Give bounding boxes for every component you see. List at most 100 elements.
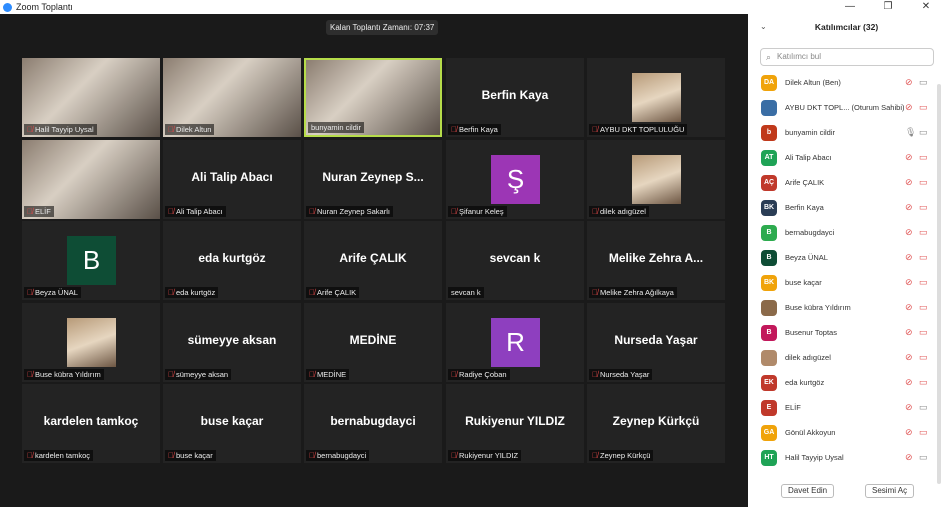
video-tile[interactable]: 🎙̸ Halil Tayyip Uysal <box>22 58 160 137</box>
video-off-icon[interactable]: ▭ <box>919 227 928 238</box>
tile-name: Arife ÇALIK <box>317 288 357 297</box>
mic-muted-icon: 🎙̸ <box>592 207 598 216</box>
participant-item[interactable]: BK buse kaçar ⊘ ▭ <box>748 270 938 295</box>
video-tile[interactable]: Rukiyenur YILDIZ 🎙̸ Rukiyenur YILDIZ <box>446 384 584 463</box>
video-off-icon[interactable]: ▭ <box>919 427 928 438</box>
participant-item[interactable]: AYBU DKT TOPL... (Oturum Sahibi) ⊘ ▭ <box>748 95 938 120</box>
participant-item[interactable]: EK eda kurtgöz ⊘ ▭ <box>748 370 938 395</box>
video-icon[interactable]: ▭ <box>919 127 928 138</box>
tile-name: sevcan k <box>451 288 481 297</box>
mic-muted-icon: 🎙̸ <box>309 207 315 216</box>
participant-search-input[interactable]: ⌕ Katılımcı bul <box>760 48 934 66</box>
mic-muted-icon[interactable]: ⊘ <box>905 302 913 313</box>
tile-name: bernabugdayci <box>317 451 367 460</box>
video-tile[interactable]: R 🎙̸ Radiye Çoban <box>446 303 584 382</box>
participant-name-display: eda kurtgöz <box>198 251 266 265</box>
mic-muted-icon[interactable]: ⊘ <box>905 202 913 213</box>
video-tile[interactable]: Nuran Zeynep S... 🎙̸ Nuran Zeynep Sakarlı <box>304 140 442 219</box>
mic-icon[interactable]: 🎙 <box>905 127 916 138</box>
participant-item[interactable]: DA Dilek Altun (Ben) ⊘ ▭ <box>748 70 938 95</box>
close-button[interactable]: ✕ <box>907 0 945 14</box>
video-off-icon[interactable]: ▭ <box>919 102 928 113</box>
participant-item[interactable]: B bernabugdayci ⊘ ▭ <box>748 220 938 245</box>
invite-button[interactable]: Davet Edin <box>781 484 835 498</box>
mic-muted-icon: 🎙̸ <box>168 207 174 216</box>
minimize-button[interactable]: — <box>831 0 869 14</box>
participant-item[interactable]: AÇ Arife ÇALIK ⊘ ▭ <box>748 170 938 195</box>
video-off-icon[interactable]: ▭ <box>919 302 928 313</box>
participant-item[interactable]: E ELİF ⊘ ▭ <box>748 395 938 420</box>
video-tile[interactable]: Zeynep Kürkçü 🎙̸ Zeynep Kürkçü <box>587 384 725 463</box>
window-title: Zoom Toplantı <box>16 2 73 12</box>
video-tile[interactable]: Melike Zehra A... 🎙̸ Melike Zehra Ağılkaya <box>587 221 725 300</box>
video-tile[interactable]: Berfin Kaya 🎙̸ Berfin Kaya <box>446 58 584 137</box>
participant-item[interactable]: AT Ali Talip Abacı ⊘ ▭ <box>748 145 938 170</box>
mic-muted-icon[interactable]: ⊘ <box>905 252 913 263</box>
mic-muted-icon[interactable]: ⊘ <box>905 102 913 113</box>
tile-name: Melike Zehra Ağılkaya <box>600 288 674 297</box>
video-off-icon[interactable]: ▭ <box>919 327 928 338</box>
video-off-icon[interactable]: ▭ <box>919 377 928 388</box>
video-off-icon[interactable]: ▭ <box>919 152 928 163</box>
mic-muted-icon[interactable]: ⊘ <box>905 227 913 238</box>
mic-muted-icon[interactable]: ⊘ <box>905 377 913 388</box>
video-tile[interactable]: bunyamin cildir <box>304 58 442 137</box>
video-tile[interactable]: Ş 🎙̸ Şifanur Keleş <box>446 140 584 219</box>
participant-item[interactable]: BK Berfin Kaya ⊘ ▭ <box>748 195 938 220</box>
participant-item[interactable]: B Busenur Toptas ⊘ ▭ <box>748 320 938 345</box>
video-icon[interactable]: ▭ <box>919 77 928 88</box>
mic-muted-icon: 🎙̸ <box>592 370 598 379</box>
participant-item[interactable]: Buse kübra Yıldırım ⊘ ▭ <box>748 295 938 320</box>
unmute-button[interactable]: Sesimi Aç <box>865 484 915 498</box>
participants-panel: ⌄ Katılımcılar (32) ⌕ Katılımcı bul DA D… <box>748 14 945 507</box>
video-off-icon[interactable]: ▭ <box>919 277 928 288</box>
mic-muted-icon[interactable]: ⊘ <box>905 452 913 463</box>
video-off-icon[interactable]: ▭ <box>919 177 928 188</box>
mic-muted-icon[interactable]: ⊘ <box>905 177 913 188</box>
scrollbar[interactable] <box>937 84 941 484</box>
mic-muted-icon: 🎙̸ <box>309 451 315 460</box>
participant-item[interactable]: dilek adıgüzel ⊘ ▭ <box>748 345 938 370</box>
participant-name: Busenur Toptas <box>785 328 837 337</box>
avatar: Ş <box>491 155 540 204</box>
video-tile[interactable]: 🎙̸ Buse kübra Yıldırım <box>22 303 160 382</box>
mic-muted-icon[interactable]: ⊘ <box>905 327 913 338</box>
participant-item[interactable]: GA Gönül Akkoyun ⊘ ▭ <box>748 420 938 445</box>
panel-title: Katılımcılar (32) <box>814 22 879 32</box>
video-tile[interactable]: buse kaçar 🎙̸ buse kaçar <box>163 384 301 463</box>
video-tile[interactable]: 🎙̸ dilek adıgüzel <box>587 140 725 219</box>
participant-item[interactable]: b bunyamin cildir 🎙 ▭ <box>748 120 938 145</box>
video-off-icon[interactable]: ▭ <box>919 352 928 363</box>
video-tile[interactable]: MEDİNE 🎙̸ MEDİNE <box>304 303 442 382</box>
mic-muted-icon[interactable]: ⊘ <box>905 427 913 438</box>
mic-muted-icon[interactable]: ⊘ <box>905 352 913 363</box>
mic-muted-icon[interactable]: ⊘ <box>905 277 913 288</box>
video-tile[interactable]: 🎙̸ ELİF <box>22 140 160 219</box>
participant-item[interactable]: B Beyza ÜNAL ⊘ ▭ <box>748 245 938 270</box>
tile-name: Nurseda Yaşar <box>600 370 650 379</box>
video-tile[interactable]: 🎙̸ AYBU DKT TOPLULUĞU <box>587 58 725 137</box>
mic-muted-icon[interactable]: ⊘ <box>905 402 913 413</box>
participant-list: DA Dilek Altun (Ben) ⊘ ▭ AYBU DKT TOPL..… <box>748 70 938 470</box>
video-tile[interactable]: sümeyye aksan 🎙̸ sümeyye aksan <box>163 303 301 382</box>
video-tile[interactable]: Ali Talip Abacı 🎙̸ Ali Talip Abacı <box>163 140 301 219</box>
participant-item[interactable]: HT Halil Tayyip Uysal ⊘ ▭ <box>748 445 938 470</box>
video-tile[interactable]: 🎙̸ Dilek Altun <box>163 58 301 137</box>
tile-name: Şifanur Keleş <box>459 207 504 216</box>
video-tile[interactable]: eda kurtgöz 🎙̸ eda kurtgöz <box>163 221 301 300</box>
video-icon[interactable]: ▭ <box>919 452 928 463</box>
video-tile[interactable]: Nurseda Yaşar 🎙̸ Nurseda Yaşar <box>587 303 725 382</box>
video-tile[interactable]: bernabugdayci 🎙̸ bernabugdayci <box>304 384 442 463</box>
video-off-icon[interactable]: ▭ <box>919 252 928 263</box>
mic-muted-icon: 🎙̸ <box>27 207 33 216</box>
video-tile[interactable]: sevcan k sevcan k <box>446 221 584 300</box>
video-icon[interactable]: ▭ <box>919 402 928 413</box>
video-tile[interactable]: Arife ÇALIK 🎙̸ Arife ÇALIK <box>304 221 442 300</box>
mic-muted-icon[interactable]: ⊘ <box>905 152 913 163</box>
video-off-icon[interactable]: ▭ <box>919 202 928 213</box>
maximize-button[interactable]: ❐ <box>869 0 907 14</box>
participant-name: Halil Tayyip Uysal <box>785 453 844 462</box>
video-tile[interactable]: B 🎙̸ Beyza ÜNAL <box>22 221 160 300</box>
video-tile[interactable]: kardelen tamkoç 🎙̸ kardelen tamkoç <box>22 384 160 463</box>
mic-muted-icon[interactable]: ⊘ <box>905 77 913 88</box>
